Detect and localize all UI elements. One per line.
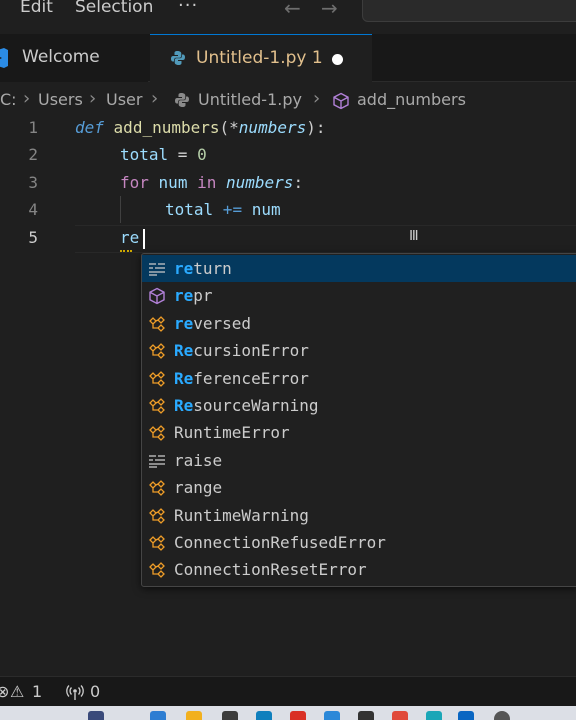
problems-count[interactable]: 1 <box>32 682 42 701</box>
os-taskbar <box>0 706 576 720</box>
error-circle-icon[interactable]: ⊗ <box>0 682 9 701</box>
line-number: 1 <box>28 118 38 137</box>
class-icon <box>149 343 165 360</box>
line-number: 2 <box>28 145 38 164</box>
suggestion-item[interactable]: ResourceWarning <box>142 392 576 419</box>
taskbar-app-icon[interactable] <box>358 711 374 720</box>
code-text: for num in numbers: <box>120 173 304 192</box>
taskbar-app-icon[interactable] <box>324 711 340 720</box>
text-cursor <box>143 229 145 249</box>
line-number: 3 <box>28 173 38 192</box>
code-line[interactable]: 3 for num in numbers: <box>0 169 576 196</box>
suggestion-item[interactable]: range <box>142 474 576 501</box>
code-line-active[interactable]: 5 re <box>0 224 576 251</box>
suggestion-item[interactable]: ConnectionResetError <box>142 556 576 583</box>
class-icon <box>149 562 165 579</box>
suggestion-label: ConnectionRefusedError <box>174 533 386 552</box>
suggestion-item[interactable]: ConnectionRefusedError <box>142 529 576 556</box>
suggestion-label: RecursionError <box>174 341 309 361</box>
taskbar-vscode-icon[interactable] <box>458 711 474 720</box>
class-icon <box>149 370 165 387</box>
taskbar-app-icon[interactable] <box>392 711 408 720</box>
autocomplete-suggestions[interactable]: return repr reversed RecursionError Referenc… <box>141 253 576 587</box>
suggestion-item[interactable]: RuntimeWarning <box>142 502 576 529</box>
ports-broadcast-icon[interactable] <box>66 685 84 701</box>
warning-squiggle <box>120 249 132 252</box>
taskbar-chrome-icon[interactable] <box>290 711 306 720</box>
taskbar-app-icon[interactable] <box>88 711 104 720</box>
suggestion-label: return <box>174 259 232 278</box>
suggestion-label: range <box>174 478 223 498</box>
suggestion-item[interactable]: RecursionError <box>142 337 576 364</box>
taskbar-store-icon[interactable] <box>222 711 238 720</box>
ports-count[interactable]: 0 <box>90 682 100 701</box>
class-icon <box>149 315 165 332</box>
taskbar-mail-icon[interactable] <box>256 711 272 720</box>
suggestion-item[interactable]: RuntimeError <box>142 419 576 446</box>
code-text: def add_numbers(*numbers): <box>75 118 326 137</box>
suggestion-label: RuntimeError <box>174 423 290 443</box>
taskbar-explorer-icon[interactable] <box>186 711 202 720</box>
warning-icon[interactable]: ⚠ <box>10 682 24 701</box>
code-line[interactable]: 2 total = 0 <box>0 141 576 168</box>
line-number: 4 <box>28 200 38 219</box>
keyword-icon <box>149 455 165 468</box>
code-text: total = 0 <box>120 145 207 164</box>
code-text: re <box>120 228 140 247</box>
suggestion-label: repr <box>174 286 213 306</box>
suggestion-item[interactable]: return <box>142 255 576 283</box>
status-bar: ⊗ ⚠ 1 0 <box>0 676 576 706</box>
class-icon <box>149 535 165 551</box>
suggestion-item[interactable]: repr <box>142 282 576 309</box>
taskbar-app-icon[interactable] <box>494 711 510 720</box>
class-icon <box>149 425 165 442</box>
suggestion-label: reversed <box>174 313 252 333</box>
suggestion-label: RuntimeWarning <box>174 505 309 525</box>
method-icon <box>149 288 165 305</box>
class-icon <box>149 480 165 497</box>
code-line[interactable]: 1 def add_numbers(*numbers): <box>0 114 576 141</box>
keyword-icon <box>149 263 165 276</box>
suggestion-label: ReferenceError <box>174 368 309 388</box>
class-icon <box>149 398 165 414</box>
suggestion-item[interactable]: ReferenceError <box>142 365 576 392</box>
suggestion-label: raise <box>174 450 223 470</box>
line-number: 5 <box>28 228 38 247</box>
suggestion-label: ResourceWarning <box>174 396 319 415</box>
class-icon <box>149 507 165 524</box>
taskbar-edge-icon[interactable] <box>150 711 166 720</box>
suggestion-label: ConnectionResetError <box>174 560 367 580</box>
ibeam-cursor-icon: Ⅲ <box>409 228 419 244</box>
taskbar-app-icon[interactable] <box>426 711 442 720</box>
suggestion-item[interactable]: raise <box>142 447 576 474</box>
code-text: total += num <box>165 200 281 219</box>
suggestion-item[interactable]: reversed <box>142 310 576 337</box>
code-line[interactable]: 4 total += num <box>0 196 576 223</box>
